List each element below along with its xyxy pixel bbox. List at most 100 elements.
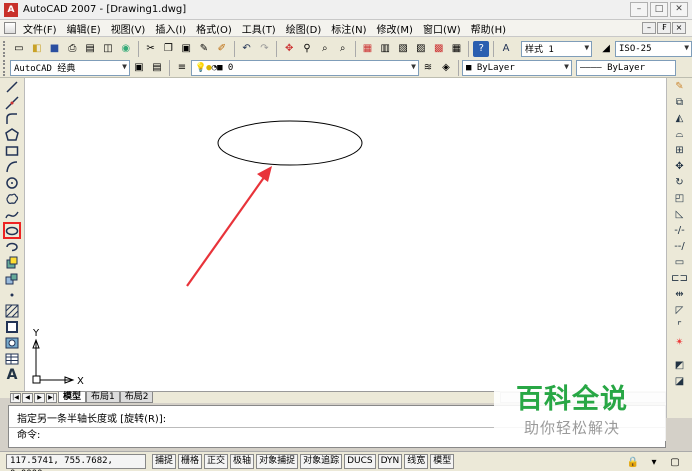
model-toggle[interactable]: 模型: [430, 454, 455, 469]
print-preview-icon[interactable]: ▤: [82, 41, 98, 57]
grid-toggle[interactable]: 栅格: [178, 454, 203, 469]
chamfer-icon[interactable]: ◸: [672, 303, 688, 318]
lock-icon[interactable]: 🔒: [625, 454, 641, 470]
tab-model[interactable]: 模型: [58, 392, 87, 403]
mirror-icon[interactable]: ◭: [672, 111, 688, 126]
make-object-layer-current-icon[interactable]: ≋: [420, 60, 436, 76]
scale-icon[interactable]: ◰: [672, 191, 688, 206]
prev-tab-button[interactable]: ◀: [22, 392, 33, 403]
publish-icon[interactable]: ◫: [100, 41, 116, 57]
3d-dwf-icon[interactable]: ◉: [118, 41, 134, 57]
open-file-icon[interactable]: ◧: [29, 41, 45, 57]
table-icon[interactable]: [4, 351, 20, 366]
menu-view[interactable]: 视图(V): [106, 21, 151, 36]
ellipse-icon[interactable]: [3, 222, 21, 239]
menu-window[interactable]: 窗口(W): [418, 21, 466, 36]
calculator-icon[interactable]: ▦: [449, 41, 465, 57]
rotate-icon[interactable]: ↻: [672, 175, 688, 190]
coordinate-readout[interactable]: 117.5741, 755.7682, 0.0000: [6, 454, 146, 471]
extend-icon[interactable]: --/: [672, 239, 688, 254]
toolbar-grip[interactable]: [3, 59, 7, 76]
status-menu-icon[interactable]: ▾: [646, 454, 662, 470]
menu-modify[interactable]: 修改(M): [372, 21, 418, 36]
document-icon[interactable]: [4, 22, 16, 34]
markup-icon[interactable]: ▩: [431, 41, 447, 57]
drawing-canvas[interactable]: Y X: [25, 78, 666, 391]
break-icon[interactable]: ⊏⊐: [671, 271, 688, 286]
zoom-previous-icon[interactable]: ⌕: [335, 41, 351, 57]
last-tab-button[interactable]: ▶|: [46, 392, 57, 403]
save-workspace-icon[interactable]: ▤: [149, 60, 165, 76]
maximize-button[interactable]: □: [650, 2, 668, 17]
menu-draw[interactable]: 绘图(D): [281, 21, 327, 36]
circle-icon[interactable]: [4, 175, 20, 190]
revision-cloud-icon[interactable]: [4, 191, 20, 206]
make-block-icon[interactable]: [4, 271, 20, 286]
cut-icon[interactable]: ✂: [143, 41, 159, 57]
next-tab-button[interactable]: ▶: [34, 392, 45, 403]
insert-block-icon[interactable]: [4, 255, 20, 270]
menu-help[interactable]: 帮助(H): [466, 21, 511, 36]
properties-icon[interactable]: ▦: [360, 41, 376, 57]
save-icon[interactable]: ■: [47, 41, 63, 57]
undo-icon[interactable]: ↶: [239, 41, 255, 57]
first-tab-button[interactable]: |◀: [10, 392, 21, 403]
dim-style-select[interactable]: ISO-25 ▼: [615, 40, 692, 57]
print-icon[interactable]: ⎙: [64, 41, 80, 57]
array-icon[interactable]: ⊞: [672, 143, 688, 158]
polyline-icon[interactable]: [4, 111, 20, 126]
workspace-settings-icon[interactable]: ▣: [131, 60, 147, 76]
paste-icon[interactable]: ▣: [178, 41, 194, 57]
copy-icon[interactable]: ⧉: [672, 95, 688, 110]
menu-dimension[interactable]: 标注(N): [326, 21, 371, 36]
tool-palettes-icon[interactable]: ▧: [395, 41, 411, 57]
multiline-text-icon[interactable]: A: [4, 367, 20, 383]
ducs-toggle[interactable]: DUCS: [344, 454, 376, 469]
hatch-icon[interactable]: [4, 303, 20, 318]
text-style-select[interactable]: 样式 1 ▼: [521, 40, 593, 57]
polygon-icon[interactable]: [4, 127, 20, 142]
offset-icon[interactable]: ⌓: [672, 127, 688, 142]
rectangle-icon[interactable]: [4, 143, 20, 158]
menu-insert[interactable]: 插入(I): [150, 21, 191, 36]
help-icon[interactable]: ?: [473, 40, 490, 57]
menu-format[interactable]: 格式(O): [191, 21, 237, 36]
line-icon[interactable]: [4, 79, 20, 94]
color-select[interactable]: ■ ByLayer ▼: [462, 59, 572, 76]
menu-tools[interactable]: 工具(T): [237, 21, 281, 36]
drawn-ellipse[interactable]: [217, 120, 363, 166]
fillet-icon[interactable]: ⌜: [672, 319, 688, 334]
design-center-icon[interactable]: ▥: [377, 41, 393, 57]
minimize-button[interactable]: –: [630, 2, 648, 17]
lineweight-toggle[interactable]: 线宽: [404, 454, 429, 469]
break-at-point-icon[interactable]: ▭: [672, 255, 688, 270]
tab-layout2[interactable]: 布局2: [119, 392, 154, 403]
layer-manager-icon[interactable]: ≡: [174, 60, 190, 76]
trim-icon[interactable]: -/-: [672, 223, 688, 238]
close-button[interactable]: ✕: [670, 2, 688, 17]
draw-order-icon[interactable]: ◩: [672, 358, 688, 373]
region-icon[interactable]: [4, 335, 20, 350]
layer-select[interactable]: 💡 ● ◔ ■ 0 ▼: [191, 59, 419, 76]
osnap-toggle[interactable]: 对象捕捉: [256, 454, 299, 469]
erase-icon[interactable]: ✎: [672, 79, 688, 94]
otrack-toggle[interactable]: 对象追踪: [300, 454, 343, 469]
bring-to-front-icon[interactable]: ◪: [672, 374, 688, 389]
linetype-select[interactable]: ———— ByLayer: [576, 59, 676, 76]
autocad-app-icon[interactable]: A: [4, 2, 18, 17]
explode-icon[interactable]: ✴: [672, 335, 688, 350]
match-properties-icon[interactable]: ✎: [196, 41, 212, 57]
stretch-icon[interactable]: ◺: [672, 207, 688, 222]
new-file-icon[interactable]: ▭: [11, 41, 27, 57]
polar-toggle[interactable]: 极轴: [230, 454, 255, 469]
toolbar-grip[interactable]: [3, 40, 7, 57]
copy-clip-icon[interactable]: ❐: [160, 41, 176, 57]
block-editor-icon[interactable]: ✐: [214, 41, 230, 57]
zoom-realtime-icon[interactable]: ⚲: [299, 41, 315, 57]
join-icon[interactable]: ⇹: [672, 287, 688, 302]
tab-layout1[interactable]: 布局1: [86, 392, 120, 403]
point-icon[interactable]: [4, 287, 20, 302]
snap-toggle[interactable]: 捕捉: [152, 454, 177, 469]
move-icon[interactable]: ✥: [672, 159, 688, 174]
spline-icon[interactable]: [4, 207, 20, 222]
